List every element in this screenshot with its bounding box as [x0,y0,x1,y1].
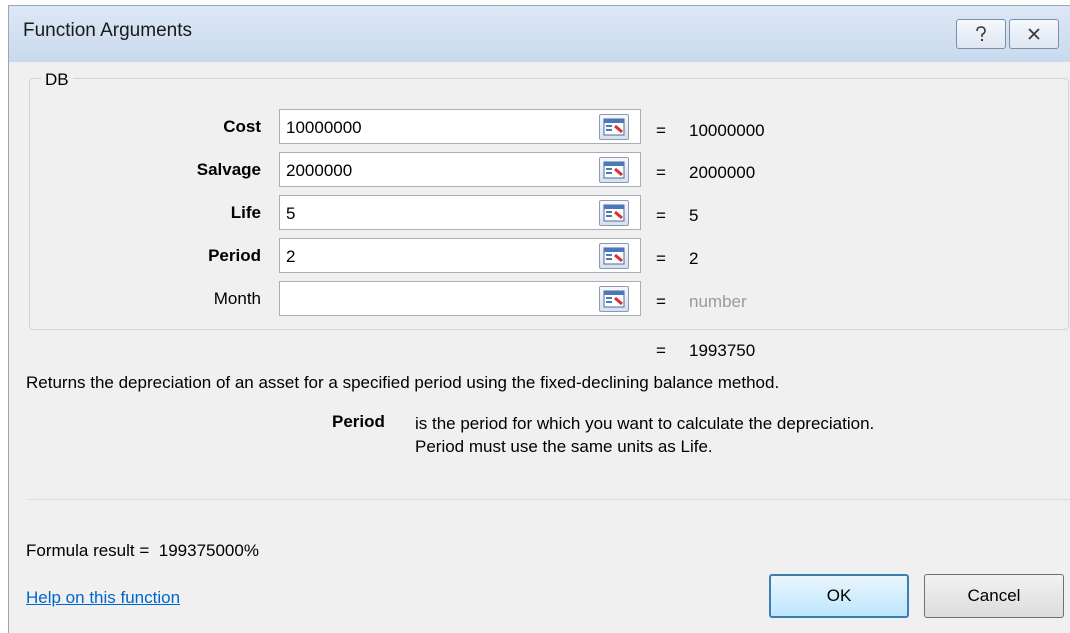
argument-result-cost: 10000000 [689,121,765,140]
argument-result-period: 2 [689,249,699,268]
period-collapse-button[interactable] [599,243,629,269]
collapse-dialog-icon [603,290,625,308]
argument-label-cost: Cost [223,117,261,136]
argument-label-period: Period [208,246,261,265]
collapse-dialog-icon [603,118,625,136]
argument-label-month: Month [213,289,261,308]
cancel-button[interactable]: Cancel [924,574,1064,618]
function-name: DB [41,70,73,90]
collapse-dialog-icon [603,204,625,222]
equals-sign: = [656,249,666,268]
collapse-dialog-icon [603,247,625,265]
argument-result-salvage: 2000000 [689,163,756,182]
help-icon [976,26,986,41]
month-collapse-button[interactable] [599,286,629,312]
function-result: 1993750 [689,341,756,360]
formula-result-value: 199375000% [158,541,259,560]
cost-input[interactable]: 10000000 [279,109,641,144]
title-bar[interactable]: Function Arguments [9,6,1070,62]
argument-help-name: Period [332,412,385,431]
dialog-title: Function Arguments [23,20,192,41]
formula-result: Formula result = 199375000% [26,541,259,561]
help-on-function-link[interactable]: Help on this function [26,588,180,608]
life-collapse-button[interactable] [599,200,629,226]
formula-result-label: Formula result = [26,541,150,560]
function-description: Returns the depreciation of an asset for… [26,373,780,392]
divider [27,499,1070,500]
argument-result-life: 5 [689,206,699,225]
collapse-dialog-icon [603,161,625,179]
equals-sign: = [656,206,666,225]
period-input[interactable]: 2 [279,238,641,273]
ok-button[interactable]: OK [769,574,909,618]
function-arguments-dialog: Function Arguments DB Cost 10000000 = 10… [8,5,1070,633]
argument-result-month: number [689,292,747,311]
equals-sign: = [656,163,666,182]
equals-sign: = [656,121,666,140]
close-icon [1028,28,1040,40]
month-input[interactable] [279,281,641,316]
salvage-input[interactable]: 2000000 [279,152,641,187]
life-input[interactable]: 5 [279,195,641,230]
equals-sign: = [656,292,666,311]
argument-help-text: is the period for which you want to calc… [415,412,874,458]
help-button[interactable] [956,19,1006,49]
argument-help-line-2: Period must use the same units as Life. [415,437,713,456]
argument-label-life: Life [230,203,261,222]
salvage-collapse-button[interactable] [599,157,629,183]
cost-collapse-button[interactable] [599,114,629,140]
equals-sign: = [656,341,666,360]
argument-help-line-1: is the period for which you want to calc… [415,414,875,433]
argument-label-salvage: Salvage [196,160,261,179]
close-button[interactable] [1009,19,1059,49]
